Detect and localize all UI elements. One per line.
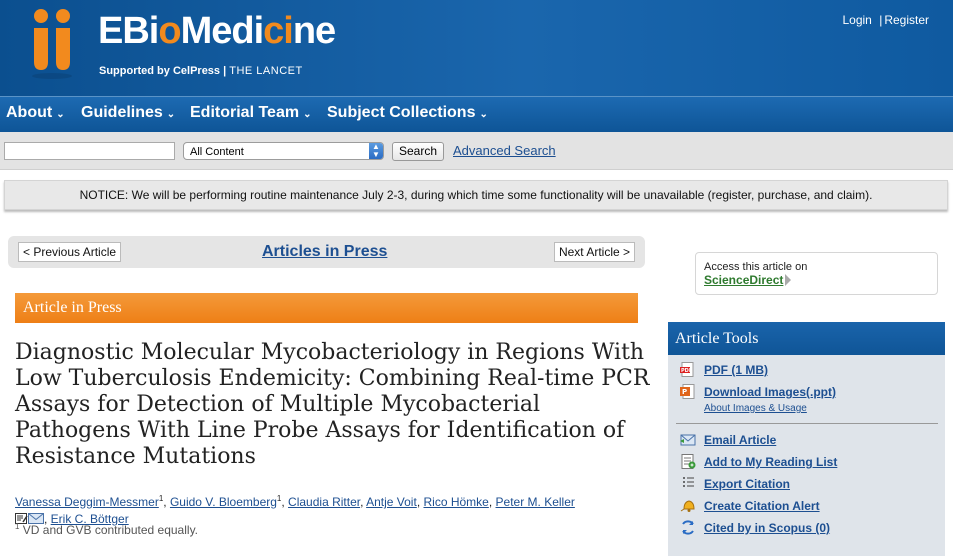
cellpress-label: CelPress: [172, 65, 221, 77]
article-title: Diagnostic Molecular Mycobacteriology in…: [15, 340, 650, 469]
nav-label: Subject Collections: [327, 104, 476, 121]
svg-text:PDF: PDF: [681, 368, 692, 374]
tool-label: Cited by in Scopus (0): [704, 521, 831, 535]
author-link[interactable]: Rico Hömke: [423, 495, 488, 509]
divider: [676, 423, 938, 424]
nav-guidelines[interactable]: Guidelines ⌄: [81, 104, 175, 122]
chevron-down-icon: ⌄: [166, 109, 176, 120]
article-status-bar: Article in Press: [15, 293, 638, 323]
export-citation-icon: [683, 477, 694, 487]
pdf-link[interactable]: PDF PDF (1 MB): [680, 362, 768, 377]
nav-subject-collections[interactable]: Subject Collections ⌄: [327, 104, 488, 122]
about-images-link[interactable]: About Images & Usage: [704, 403, 807, 414]
select-value: All Content: [190, 146, 244, 158]
brand-accent: ci: [263, 10, 294, 52]
author-link[interactable]: Antje Voit: [366, 495, 417, 509]
content-type-select[interactable]: All Content ▲ ▼: [183, 142, 384, 160]
chevron-down-icon: ⌄: [303, 109, 312, 120]
access-label: Access this article on: [704, 261, 808, 273]
nav-label: Editorial Team: [190, 104, 300, 121]
select-arrows-icon: ▲ ▼: [369, 143, 383, 159]
tool-label: Add to My Reading List: [704, 455, 838, 469]
footnote-text: VD and GVB contributed equally.: [22, 523, 199, 537]
tool-label: PDF (1 MB): [704, 363, 768, 377]
article-tools-panel: Article Tools PDF PDF (1 MB) P Download Im…: [668, 322, 945, 556]
support-line: Supported by CelPress | THE LANCET: [99, 65, 303, 77]
maintenance-notice: NOTICE: We will be performing routine ma…: [4, 180, 948, 210]
lancet-label: THE LANCET: [229, 65, 303, 77]
chevron-down-icon: ⌄: [479, 109, 488, 120]
reading-list-icon: [681, 454, 696, 469]
search-input[interactable]: [4, 142, 175, 160]
support-prefix: Supported by: [99, 65, 170, 77]
articles-in-press-link[interactable]: Articles in Press: [262, 243, 387, 261]
previous-article-button[interactable]: < Previous Article: [18, 242, 122, 262]
download-images-link[interactable]: P Download Images(.ppt): [680, 384, 836, 399]
article-tools-heading: Article Tools: [668, 322, 945, 355]
ppt-icon: P: [680, 384, 695, 399]
nav-about[interactable]: About ⌄: [6, 104, 65, 122]
affiliation-mark: 1: [276, 494, 282, 503]
next-article-button[interactable]: Next Article >: [553, 242, 635, 262]
tool-label: Download Images(.ppt): [704, 385, 836, 399]
nav-label: About: [6, 104, 53, 121]
search-bar: All Content ▲ ▼ Search Advanced Search: [0, 132, 953, 170]
sciencedirect-link[interactable]: ScienceDirect: [704, 273, 783, 287]
author-link[interactable]: Guido V. Bloemberg: [170, 495, 277, 509]
export-citation-link[interactable]: Export Citation: [680, 476, 790, 491]
main-nav: About ⌄ Guidelines ⌄ Editorial Team ⌄ Subje…: [0, 96, 953, 132]
author-link[interactable]: Peter M. Keller: [496, 495, 575, 509]
author-footnote: 1 VD and GVB contributed equally.: [15, 522, 198, 537]
nav-editorial-team[interactable]: Editorial Team ⌄: [190, 104, 311, 122]
brand-text: Medi: [180, 10, 265, 52]
register-link[interactable]: Register: [884, 13, 929, 27]
separator: |: [879, 13, 883, 27]
pdf-icon: PDF: [680, 362, 694, 377]
login-link[interactable]: Login: [842, 13, 871, 27]
brand-accent: o: [158, 10, 181, 52]
ebiomedicine-logo-icon[interactable]: [30, 8, 74, 80]
tool-label: Create Citation Alert: [704, 499, 820, 513]
chevron-down-icon: ⌄: [56, 109, 65, 120]
brand-text: EBi: [98, 10, 159, 52]
brand-text: ne: [292, 10, 336, 52]
separator: |: [223, 65, 227, 77]
create-citation-alert-link[interactable]: Create Citation Alert: [680, 498, 820, 513]
author-link[interactable]: Vanessa Deggim-Messmer: [15, 495, 159, 509]
affiliation-mark: 1: [158, 494, 164, 503]
footnote-mark: 1: [15, 522, 20, 531]
search-button[interactable]: Search: [392, 142, 444, 161]
email-icon: [680, 434, 696, 446]
site-brand[interactable]: EBioMedicine: [98, 10, 336, 53]
sciencedirect-access-box: Access this article on ScienceDirect: [695, 252, 938, 295]
tool-label: Email Article: [704, 433, 777, 447]
email-article-link[interactable]: Email Article: [680, 432, 776, 447]
add-reading-list-link[interactable]: Add to My Reading List: [680, 454, 837, 469]
advanced-search-link[interactable]: Advanced Search: [453, 143, 556, 158]
nav-label: Guidelines: [81, 104, 163, 121]
site-header: EBioMedicine Supported by CelPress | THE…: [0, 0, 953, 96]
account-links: Login | Register: [842, 13, 929, 27]
arrow-right-icon: [785, 274, 792, 286]
tool-label: Export Citation: [704, 477, 790, 491]
article-navigation: < Previous Article Articles in Press Nex…: [8, 236, 645, 268]
cited-by-scopus-link[interactable]: Cited by in Scopus (0): [680, 520, 830, 535]
author-link[interactable]: Claudia Ritter: [288, 495, 360, 509]
alert-bell-icon: [680, 500, 695, 512]
svg-text:P: P: [682, 388, 687, 396]
scopus-icon: [682, 520, 694, 535]
